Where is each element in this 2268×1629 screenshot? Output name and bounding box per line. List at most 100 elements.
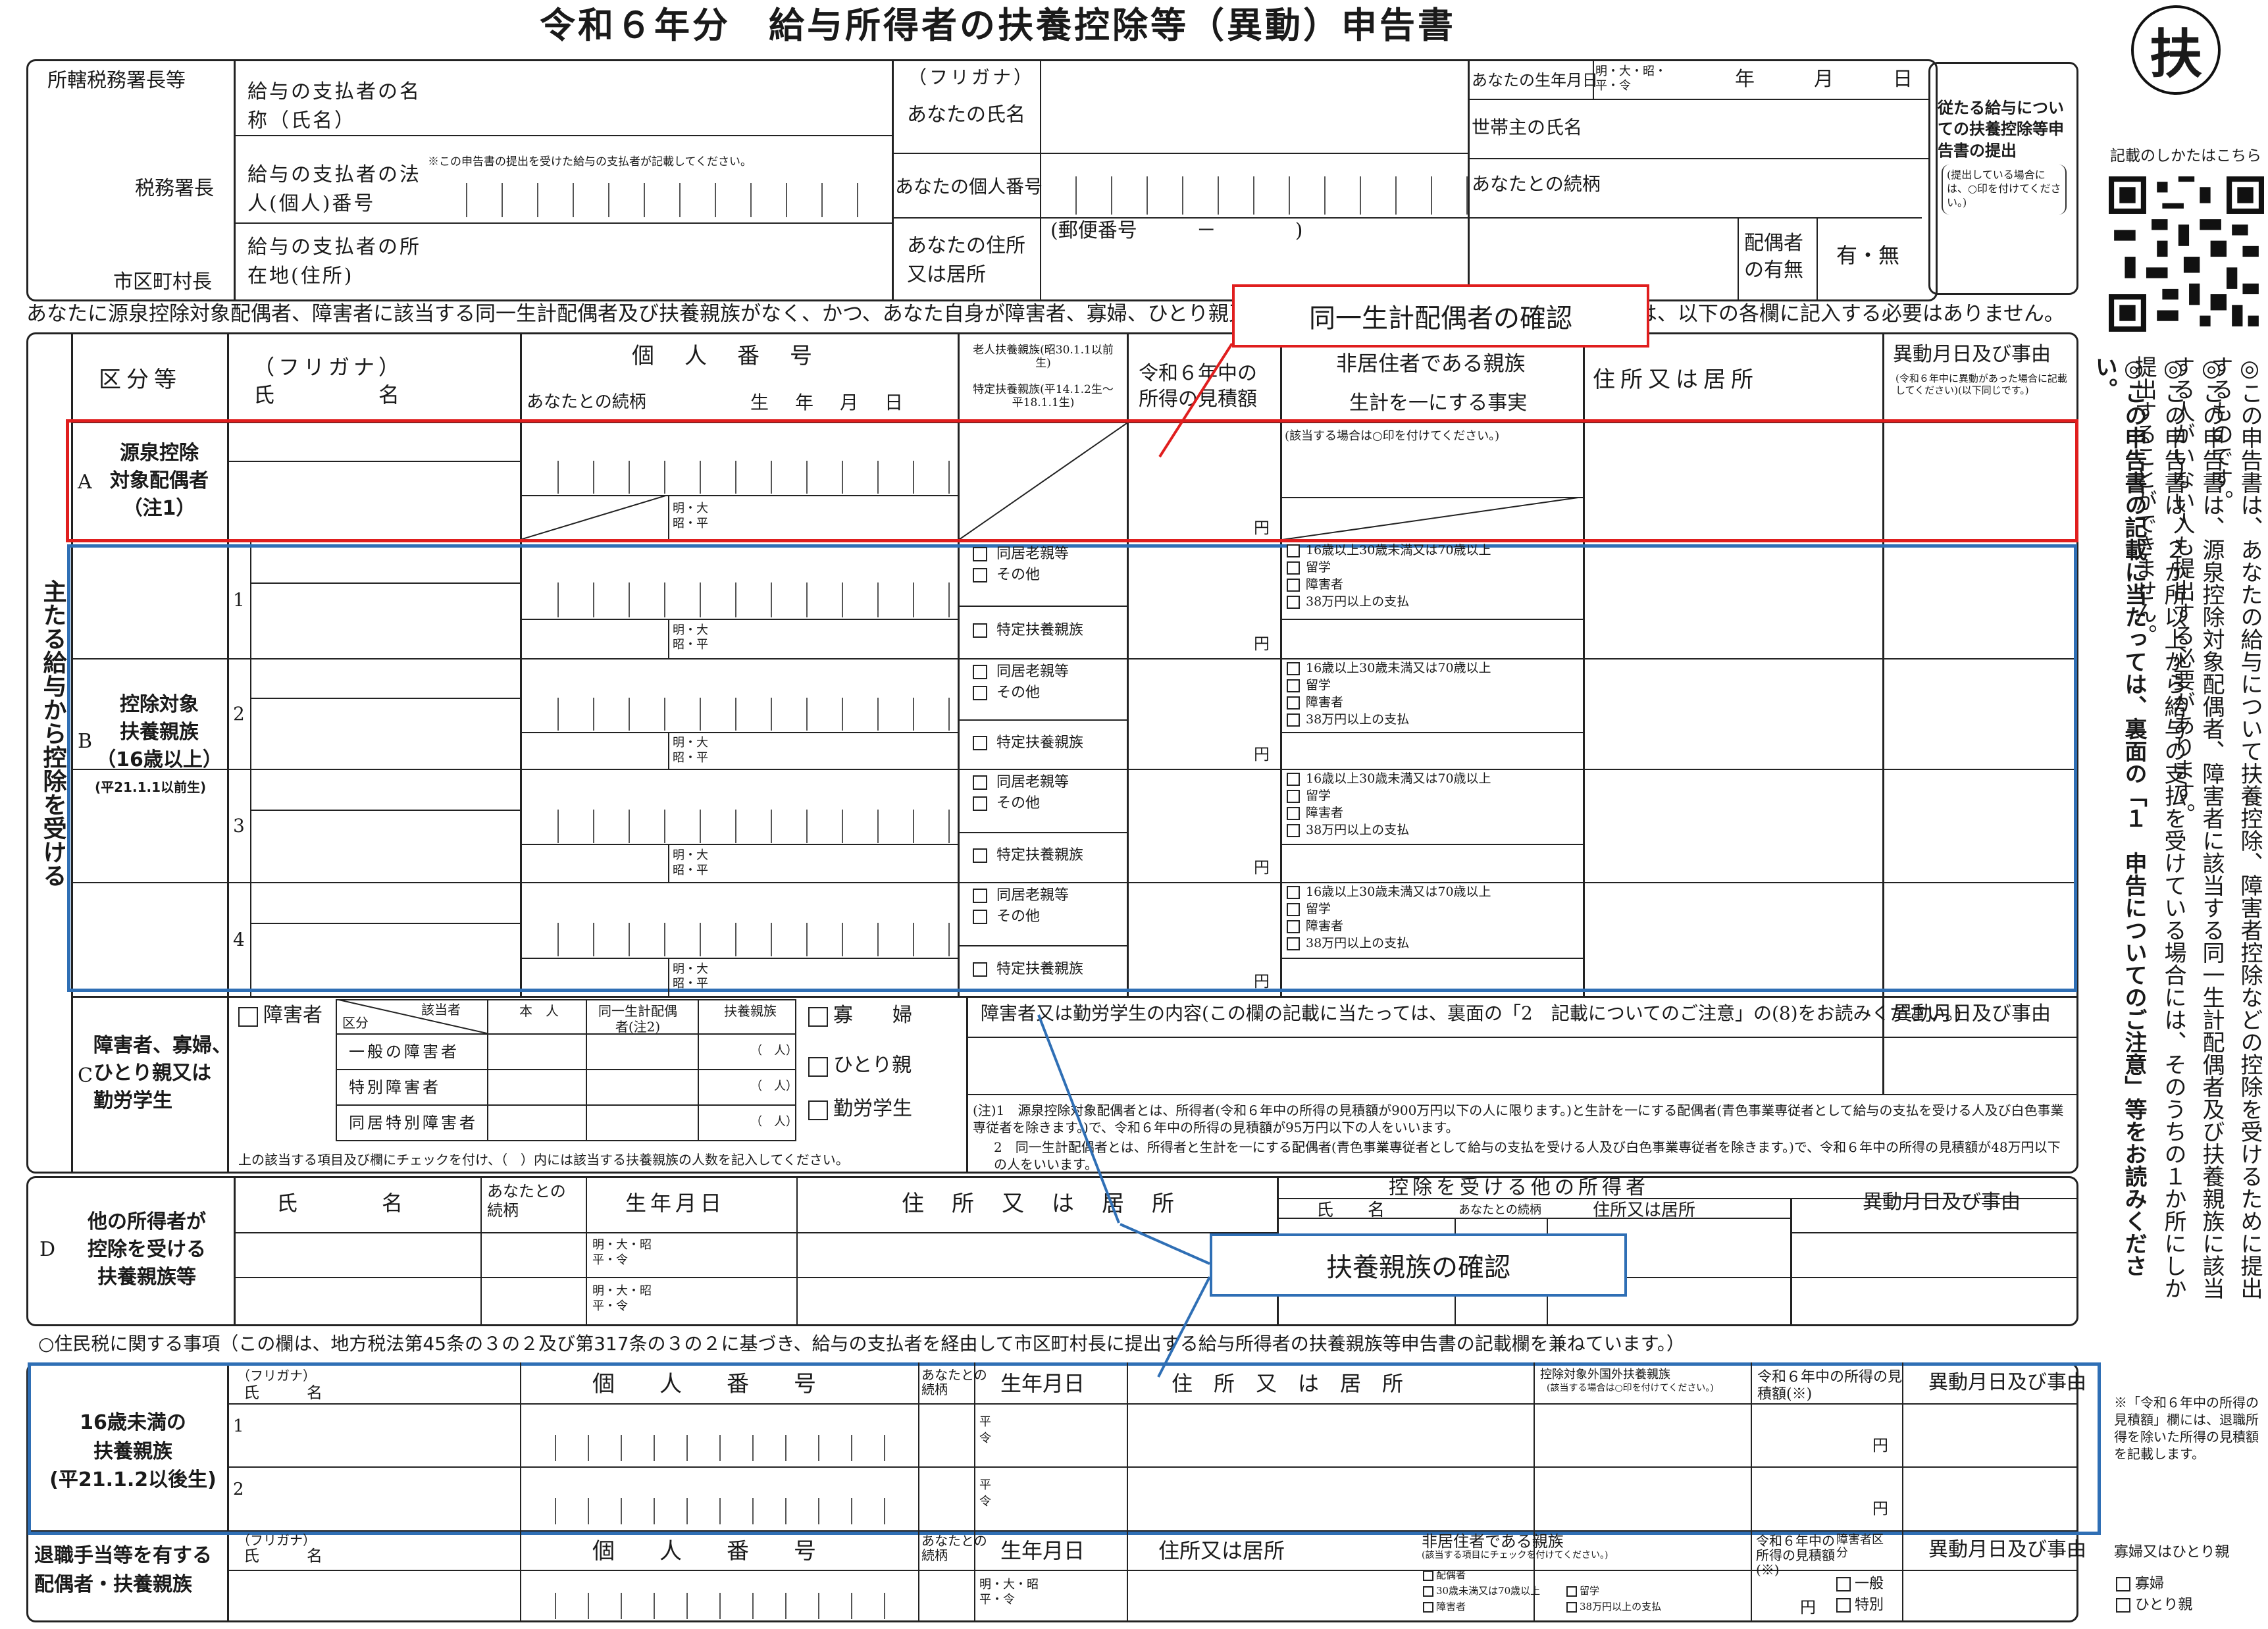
row-line bbox=[668, 844, 669, 882]
row-line bbox=[959, 945, 1127, 947]
dependent-row-4-nonres-checkbox[interactable] bbox=[1287, 920, 1300, 933]
dependent-row-4-nonres-checkbox[interactable] bbox=[1287, 937, 1300, 950]
dependent-row-3-elderly-checkbox[interactable] bbox=[973, 775, 987, 790]
retire-col-nonres: 非居住者である親族 bbox=[1422, 1532, 1564, 1551]
retire-number-boxes[interactable] bbox=[523, 1593, 915, 1619]
dependent-row-1-specific-label: 特定扶養親族 bbox=[996, 621, 1084, 638]
dependent-row-3-era[interactable]: 明・大 昭・平 bbox=[673, 848, 708, 878]
dependent-row-4-number-boxes[interactable] bbox=[523, 922, 955, 957]
dependent-row-2-number: 2 bbox=[233, 703, 245, 725]
dependent-row-2-nonres-checkbox[interactable] bbox=[1287, 696, 1300, 710]
dependent-row-4-nonres-label: 留学 bbox=[1306, 902, 1331, 916]
retire-kubun-checkbox-0[interactable] bbox=[1836, 1577, 1851, 1591]
dependent-row-1-nonres-checkbox[interactable] bbox=[1287, 596, 1300, 609]
dependent-row-1-number: 1 bbox=[233, 588, 245, 611]
dependent-row-3-nonres-checkbox[interactable] bbox=[1287, 790, 1300, 803]
dependent-row-3-nonres-checkbox[interactable] bbox=[1287, 807, 1300, 820]
dependent-row-2-nonres-label: 留学 bbox=[1306, 678, 1331, 692]
sectionC-col-1: 同一生計配偶者(注2) bbox=[598, 1003, 677, 1035]
row-line bbox=[250, 698, 520, 700]
under16-col-name: 氏 名 bbox=[244, 1383, 322, 1402]
row-line bbox=[668, 731, 669, 769]
sectionC-persons-1: （ 人） bbox=[750, 1079, 798, 1093]
dependent-row-1-nonres-checkbox[interactable] bbox=[1287, 579, 1300, 592]
dependent-row-3-specific-checkbox[interactable] bbox=[973, 848, 987, 863]
under16-col-relation: あなたとの続柄 bbox=[921, 1367, 987, 1397]
col-line bbox=[1533, 1362, 1535, 1622]
retire-col-furigana: （フリガナ） bbox=[237, 1532, 316, 1548]
dependent-row-3-number-boxes[interactable] bbox=[523, 809, 955, 843]
row-line bbox=[959, 831, 1127, 833]
dependents-callout: 扶養親族の確認 bbox=[1210, 1233, 1627, 1297]
under16-col-address: 住 所 又 は 居 所 bbox=[1172, 1371, 1404, 1396]
dependent-row-2-elderly-label: その他 bbox=[996, 685, 1041, 701]
row-line bbox=[1282, 731, 1583, 733]
under16-col-furigana: （フリガナ） bbox=[237, 1368, 316, 1383]
dependent-row-1-specific-checkbox[interactable] bbox=[973, 623, 987, 638]
row-line bbox=[520, 618, 958, 620]
under16-row-2-yen: 円 bbox=[1872, 1499, 1888, 1518]
dependent-row-4-elderly-label: 同居老親等 bbox=[996, 887, 1070, 904]
dependent-row-1-nonres-checkbox[interactable] bbox=[1287, 561, 1300, 575]
dependent-row-2-elderly-checkbox[interactable] bbox=[973, 686, 987, 700]
retire-nonres-checkbox-2[interactable] bbox=[1566, 1586, 1577, 1597]
dependent-row-3-elderly-label: 同居老親等 bbox=[996, 774, 1070, 790]
dependent-row-4-nonres-checkbox[interactable] bbox=[1287, 886, 1300, 899]
dependent-row-1-nonres-label: 留学 bbox=[1306, 560, 1331, 575]
dependent-row-4-yen: 円 bbox=[1254, 972, 1270, 991]
row-line bbox=[520, 731, 958, 733]
retire-nonres-checkbox-0[interactable] bbox=[1423, 1570, 1433, 1581]
dependent-row-1-nonres-checkbox[interactable] bbox=[1287, 544, 1300, 557]
dependent-row-3-nonres-checkbox[interactable] bbox=[1287, 824, 1300, 837]
sectionC-row-1: 特別障害者 bbox=[349, 1078, 441, 1097]
dependent-row-4-nonres-label: 障害者 bbox=[1306, 919, 1344, 933]
dependent-row-4-elderly-checkbox[interactable] bbox=[973, 889, 987, 903]
under16-col-change: 異動月日及び事由 bbox=[1928, 1371, 2086, 1394]
dependent-row-2-nonres-checkbox[interactable] bbox=[1287, 662, 1300, 675]
dependent-row-4-elderly-checkbox[interactable] bbox=[973, 910, 987, 924]
dependent-row-2-nonres-checkbox[interactable] bbox=[1287, 713, 1300, 727]
retire-nonres-checkbox-4[interactable] bbox=[1566, 1602, 1577, 1613]
dependent-row-3-specific-label: 特定扶養親族 bbox=[996, 847, 1084, 864]
under16-col-income: 令和６年中の所得の見積額(※) bbox=[1757, 1369, 1903, 1403]
dependent-row-2-number-boxes[interactable] bbox=[523, 698, 955, 731]
retire-col-number: 個 人 番 号 bbox=[592, 1538, 816, 1564]
under16-col-birth: 生年月日 bbox=[1000, 1371, 1085, 1396]
row-line bbox=[250, 809, 520, 811]
dependent-row-1-era[interactable]: 明・大 昭・平 bbox=[673, 623, 708, 653]
sectionC-col-2: 扶養親族 bbox=[724, 1003, 777, 1019]
dependent-row-2-nonres-checkbox[interactable] bbox=[1287, 679, 1300, 692]
retire-nonres-checkbox-3[interactable] bbox=[1423, 1602, 1433, 1613]
dependent-row-1-elderly-label: その他 bbox=[996, 567, 1041, 583]
dependent-row-3-elderly-checkbox[interactable] bbox=[973, 796, 987, 811]
sectionC-row-0: 一般の障害者 bbox=[349, 1043, 459, 1061]
dependent-row-1-nonres-label: 16歳以上30歳未満又は70歳以上 bbox=[1306, 543, 1491, 557]
retire-kubun-checkbox-1[interactable] bbox=[1836, 1598, 1851, 1613]
dependent-row-4-era[interactable]: 明・大 昭・平 bbox=[673, 962, 708, 992]
under16-col-foreign: 控除対象外国外扶養親族 bbox=[1540, 1368, 1670, 1382]
under16-row-2-number-boxes[interactable] bbox=[523, 1498, 915, 1524]
retire-nonres-checkbox-1[interactable] bbox=[1423, 1586, 1433, 1597]
dependent-row-3-yen: 円 bbox=[1254, 858, 1270, 877]
under16-col-number: 個 人 番 号 bbox=[592, 1371, 816, 1397]
row-line bbox=[250, 582, 520, 584]
retire-kubun-label-0: 一般 bbox=[1855, 1576, 1884, 1592]
dependent-row-1-number-boxes[interactable] bbox=[523, 582, 955, 618]
dependent-row-2-elderly-checkbox[interactable] bbox=[973, 665, 987, 679]
dependent-row-4-nonres-checkbox[interactable] bbox=[1287, 903, 1300, 916]
retire-col-kubun: 障害者区分 bbox=[1836, 1533, 1884, 1560]
dependent-row-1-elderly-label: 同居老親等 bbox=[996, 546, 1070, 562]
dependent-row-4-elderly-label: その他 bbox=[996, 908, 1041, 925]
dependent-row-4-specific-checkbox[interactable] bbox=[973, 962, 987, 977]
dependent-row-2-era[interactable]: 明・大 昭・平 bbox=[673, 736, 708, 765]
under16-row-2-era[interactable]: 平 令 bbox=[979, 1477, 991, 1510]
dependent-row-1-elderly-checkbox[interactable] bbox=[973, 547, 987, 561]
dependent-row-3-nonres-checkbox[interactable] bbox=[1287, 773, 1300, 786]
retire-col-relation: あなたとの続柄 bbox=[921, 1533, 987, 1563]
under16-row-1-number-boxes[interactable] bbox=[523, 1435, 915, 1461]
dependent-row-2-specific-checkbox[interactable] bbox=[973, 736, 987, 751]
dependent-row-1-elderly-checkbox[interactable] bbox=[973, 568, 987, 582]
dependent-row-2-nonres-label: 障害者 bbox=[1306, 695, 1344, 710]
row-line bbox=[668, 618, 669, 658]
under16-row-1-era[interactable]: 平 令 bbox=[979, 1414, 991, 1447]
